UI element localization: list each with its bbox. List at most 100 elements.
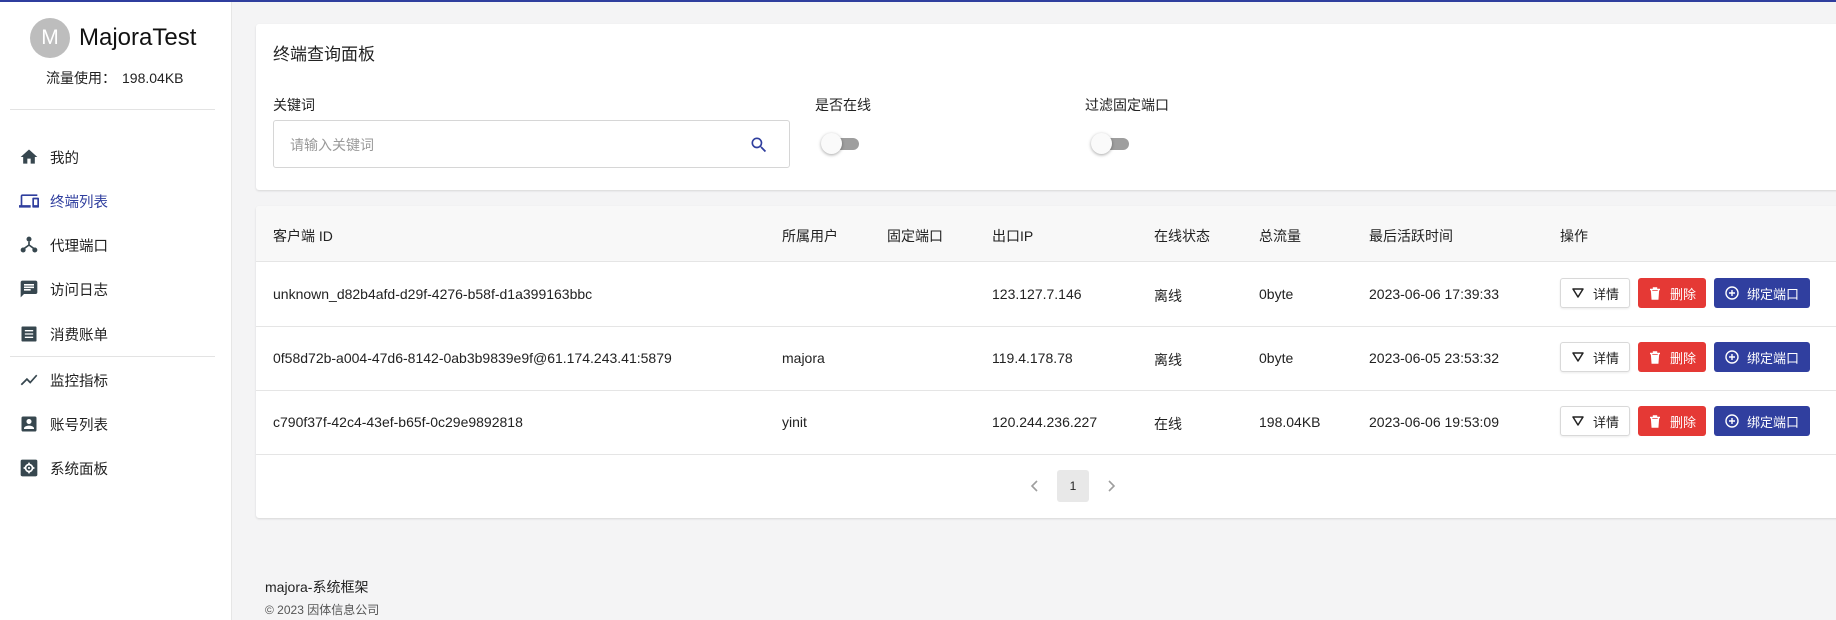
sidebar-divider: [10, 356, 215, 357]
bind-port-button-label: 绑定端口: [1746, 286, 1799, 302]
sidebar-item-label: 消费账单: [50, 327, 108, 344]
panel-title: 终端查询面板: [273, 45, 375, 64]
filter-triangle-icon: [1571, 350, 1585, 364]
filter-triangle-icon: [1571, 286, 1585, 300]
cell-user: yinit: [782, 414, 807, 430]
prev-page-chevron-icon[interactable]: [1027, 478, 1043, 494]
delete-button[interactable]: 删除: [1638, 342, 1706, 372]
add-circle-icon: [1725, 286, 1739, 300]
sidebar-item-system-panel[interactable]: 系统面板: [18, 454, 108, 482]
settings-box-icon: [18, 457, 40, 479]
detail-button[interactable]: 详情: [1560, 278, 1630, 308]
bind-port-button[interactable]: 绑定端口: [1714, 406, 1810, 436]
trash-icon: [1648, 286, 1662, 300]
footer-copyright: © 2023 因体信息公司: [265, 603, 380, 617]
cell-exit-ip: 120.244.236.227: [992, 414, 1098, 430]
table-row: 0f58d72b-a004-47d6-8142-0ab3b9839e9f@61.…: [256, 327, 1836, 391]
column-header-status: 在线状态: [1154, 228, 1210, 244]
sidebar: M MajoraTest 流量使用： 198.04KB 我的 终端列表 代理端口 …: [0, 2, 232, 620]
delete-button-label: 删除: [1669, 350, 1696, 366]
cell-last-active: 2023-06-06 19:53:09: [1369, 414, 1499, 430]
pagination: 1: [256, 470, 1836, 502]
detail-button-label: 详情: [1592, 350, 1619, 366]
bind-port-button-label: 绑定端口: [1746, 350, 1799, 366]
column-header-exit-ip: 出口IP: [992, 228, 1034, 244]
delete-button-label: 删除: [1669, 286, 1696, 302]
sidebar-item-access-log[interactable]: 访问日志: [18, 275, 108, 303]
table-header: 客户端 ID 所属用户 固定端口 出口IP 在线状态 总流量 最后活跃时间 操作: [256, 206, 1836, 262]
cell-client-id: 0f58d72b-a004-47d6-8142-0ab3b9839e9f@61.…: [273, 350, 672, 366]
sidebar-item-mine[interactable]: 我的: [18, 143, 79, 171]
hub-icon: [18, 234, 40, 256]
add-circle-icon: [1725, 350, 1739, 364]
keyword-search-box: [273, 120, 790, 168]
keyword-label: 关键词: [273, 97, 315, 113]
toggle-knob: [1091, 133, 1112, 154]
bind-port-button-label: 绑定端口: [1746, 414, 1799, 430]
add-circle-icon: [1725, 414, 1739, 428]
table-row: unknown_d82b4afd-d29f-4276-b58f-d1a39916…: [256, 263, 1836, 327]
terminal-query-panel: 终端查询面板 关键词 是否在线 过滤固定端口: [256, 24, 1836, 190]
detail-button-label: 详情: [1592, 286, 1619, 302]
sidebar-divider: [10, 109, 215, 110]
cell-last-active: 2023-06-06 17:39:33: [1369, 286, 1499, 302]
footer-brand: majora-系统框架: [265, 579, 369, 595]
column-header-user: 所属用户: [782, 228, 838, 244]
delete-button[interactable]: 删除: [1638, 406, 1706, 436]
keyword-input[interactable]: [290, 134, 730, 156]
cell-status: 离线: [1154, 288, 1182, 304]
sidebar-item-terminal-list[interactable]: 终端列表: [18, 187, 108, 215]
sidebar-item-proxy-port[interactable]: 代理端口: [18, 231, 108, 259]
traffic-usage-value: 198.04KB: [122, 70, 184, 86]
sidebar-item-label: 终端列表: [50, 194, 108, 211]
delete-button[interactable]: 删除: [1638, 278, 1706, 308]
cell-traffic: 0byte: [1259, 350, 1294, 366]
sidebar-item-monitoring[interactable]: 监控指标: [18, 366, 108, 394]
column-header-last-active: 最后活跃时间: [1369, 228, 1453, 244]
cell-client-id: c790f37f-42c4-43ef-b65f-0c29e9892818: [273, 414, 523, 430]
search-icon[interactable]: [749, 135, 769, 155]
username: MajoraTest: [79, 24, 197, 51]
fixed-port-filter-label: 过滤固定端口: [1085, 97, 1169, 113]
devices-icon: [18, 190, 40, 212]
online-filter-label: 是否在线: [815, 97, 871, 113]
sidebar-item-billing[interactable]: 消费账单: [18, 320, 108, 348]
avatar[interactable]: M: [30, 18, 70, 58]
sidebar-item-label: 账号列表: [50, 417, 108, 434]
home-icon: [18, 146, 40, 168]
detail-button[interactable]: 详情: [1560, 342, 1630, 372]
bind-port-button[interactable]: 绑定端口: [1714, 278, 1810, 308]
bind-port-button[interactable]: 绑定端口: [1714, 342, 1810, 372]
column-header-client-id: 客户端 ID: [273, 228, 333, 244]
chat-icon: [18, 278, 40, 300]
cell-last-active: 2023-06-05 23:53:32: [1369, 350, 1499, 366]
filter-triangle-icon: [1571, 414, 1585, 428]
page-button[interactable]: 1: [1057, 470, 1089, 502]
traffic-usage-label: 流量使用：: [46, 70, 116, 86]
column-header-fixed-port: 固定端口: [887, 228, 943, 244]
cell-status: 离线: [1154, 352, 1182, 368]
cell-user: majora: [782, 350, 825, 366]
toggle-knob: [821, 133, 842, 154]
list-icon: [18, 323, 40, 345]
cell-client-id: unknown_d82b4afd-d29f-4276-b58f-d1a39916…: [273, 286, 593, 302]
cell-exit-ip: 119.4.178.78: [992, 350, 1073, 366]
column-header-actions: 操作: [1560, 228, 1588, 244]
cell-traffic: 198.04KB: [1259, 414, 1321, 430]
next-page-chevron-icon[interactable]: [1103, 478, 1119, 494]
traffic-usage: 流量使用： 198.04KB: [46, 68, 184, 88]
detail-button[interactable]: 详情: [1560, 406, 1630, 436]
sidebar-item-label: 我的: [50, 150, 79, 167]
table-row: c790f37f-42c4-43ef-b65f-0c29e9892818 yin…: [256, 391, 1836, 455]
sidebar-item-label: 系统面板: [50, 461, 108, 478]
trend-icon: [18, 369, 40, 391]
sidebar-item-label: 监控指标: [50, 373, 108, 390]
fixed-port-toggle[interactable]: [1091, 132, 1131, 156]
trash-icon: [1648, 414, 1662, 428]
terminal-table: 客户端 ID 所属用户 固定端口 出口IP 在线状态 总流量 最后活跃时间 操作…: [256, 206, 1836, 518]
cell-exit-ip: 123.127.7.146: [992, 286, 1082, 302]
sidebar-item-label: 代理端口: [50, 238, 108, 255]
sidebar-item-accounts[interactable]: 账号列表: [18, 410, 108, 438]
online-toggle[interactable]: [821, 132, 861, 156]
user-profile: M MajoraTest: [30, 18, 196, 58]
